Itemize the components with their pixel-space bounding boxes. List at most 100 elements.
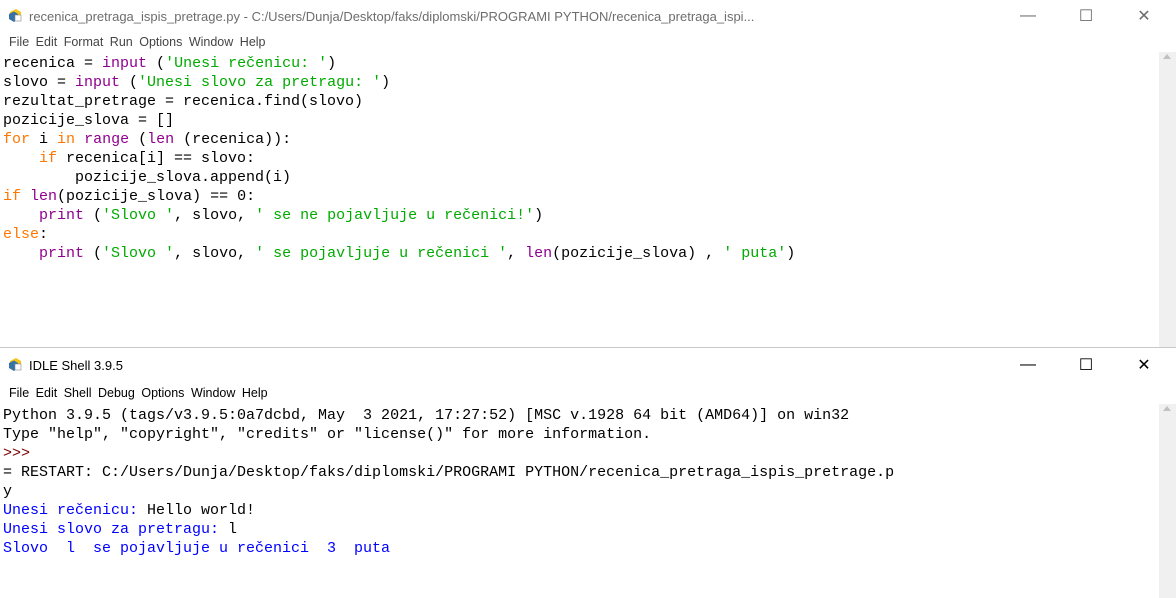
menu-window[interactable]: Window: [189, 35, 233, 49]
close-icon: ✕: [1137, 8, 1151, 25]
code-token: print: [39, 245, 85, 262]
code-token: Slovo l se pojavljuje u rečenici 3 puta: [3, 540, 391, 557]
editor-titlebar[interactable]: recenica_pretraga_ispis_pretrage.py - C:…: [0, 0, 1176, 32]
close-button[interactable]: ✕: [1121, 0, 1167, 32]
code-token: ' puta': [723, 245, 787, 262]
shell-line: Python 3.9.5 (tags/v3.9.5:0a7dcbd, May 3…: [3, 406, 1176, 425]
minimize-icon: —: [1020, 7, 1036, 24]
menu-debug[interactable]: Debug: [98, 386, 135, 400]
code-line: for i in range (len (recenica)):: [3, 130, 1176, 149]
editor-window-title: recenica_pretraga_ispis_pretrage.py - C:…: [29, 8, 755, 24]
minimize-button[interactable]: —: [1005, 0, 1051, 32]
code-token: len: [30, 188, 58, 205]
code-token: (: [120, 74, 139, 91]
code-editor[interactable]: recenica = input ('Unesi rečenicu: ') slo…: [0, 52, 1176, 347]
code-token: recenica[i] == slovo:: [57, 150, 256, 167]
editor-menubar: File Edit Format Run Options Window Help: [0, 32, 1176, 52]
shell-line: Unesi rečenicu: Hello world!: [3, 501, 1176, 520]
code-token: 'Unesi rečenicu: ': [165, 55, 328, 72]
code-line: if recenica[i] == slovo:: [3, 149, 1176, 168]
code-token: >>>: [3, 445, 31, 462]
menu-file[interactable]: File: [9, 35, 29, 49]
code-token: i: [30, 131, 58, 148]
menu-options[interactable]: Options: [139, 35, 182, 49]
menu-shell[interactable]: Shell: [64, 386, 92, 400]
code-token: (: [147, 55, 166, 72]
code-line: else:: [3, 225, 1176, 244]
maximize-button[interactable]: ☐: [1063, 0, 1109, 32]
code-token: in: [57, 131, 76, 148]
shell-scrollbar[interactable]: [1159, 404, 1176, 598]
code-token: ): [327, 55, 337, 72]
python-idle-icon: [9, 9, 22, 22]
menu-window[interactable]: Window: [191, 386, 235, 400]
editor-window: recenica_pretraga_ispis_pretrage.py - C:…: [0, 0, 1176, 347]
minimize-button[interactable]: —: [1005, 348, 1051, 382]
code-token: Hello world!: [147, 502, 256, 519]
maximize-icon: ☐: [1078, 8, 1094, 25]
code-token: ' se ne pojavljuje u rečenici!': [255, 207, 535, 224]
maximize-icon: ☐: [1078, 357, 1094, 374]
code-token: pozicije_slova.append(i): [3, 169, 292, 186]
scroll-up-icon: [1163, 54, 1171, 59]
scroll-up-icon: [1163, 406, 1171, 411]
menu-format[interactable]: Format: [64, 35, 104, 49]
code-token: slovo =: [3, 74, 76, 91]
code-token: :: [39, 226, 49, 243]
shell-line: Unesi slovo za pretragu: l: [3, 520, 1176, 539]
code-token: ,: [507, 245, 526, 262]
code-token: y: [3, 483, 13, 500]
code-token: ): [534, 207, 544, 224]
python-idle-icon: [9, 358, 22, 371]
minimize-icon: —: [1020, 356, 1036, 373]
shell-output[interactable]: Python 3.9.5 (tags/v3.9.5:0a7dcbd, May 3…: [0, 404, 1176, 598]
editor-scrollbar[interactable]: [1159, 52, 1176, 347]
shell-line: Slovo l se pojavljuje u rečenici 3 puta: [3, 539, 1176, 558]
menu-run[interactable]: Run: [110, 35, 133, 49]
code-token: ): [381, 74, 391, 91]
shell-line: >>>: [3, 444, 1176, 463]
code-token: 'Slovo ': [102, 245, 175, 262]
code-token: , slovo,: [174, 245, 256, 262]
code-token: if: [39, 150, 58, 167]
shell-line: Type "help", "copyright", "credits" or "…: [3, 425, 1176, 444]
menu-help[interactable]: Help: [242, 386, 268, 400]
code-line: pozicije_slova.append(i): [3, 168, 1176, 187]
shell-window-title: IDLE Shell 3.9.5: [29, 357, 123, 373]
menu-edit[interactable]: Edit: [36, 35, 58, 49]
shell-window: IDLE Shell 3.9.5 — ☐ ✕ File Edit Shell D…: [0, 347, 1176, 598]
code-token: , slovo,: [174, 207, 256, 224]
code-token: len: [147, 131, 175, 148]
code-token: Unesi slovo za pretragu:: [3, 521, 229, 538]
code-token: (: [84, 207, 103, 224]
code-token: range: [84, 131, 130, 148]
code-token: (: [84, 245, 103, 262]
code-token: Python 3.9.5 (tags/v3.9.5:0a7dcbd, May 3…: [3, 407, 850, 424]
code-token: else: [3, 226, 40, 243]
maximize-button[interactable]: ☐: [1063, 348, 1109, 382]
menu-help[interactable]: Help: [240, 35, 266, 49]
code-line: if len(pozicije_slova) == 0:: [3, 187, 1176, 206]
code-token: (: [129, 131, 148, 148]
code-line: print ('Slovo ', slovo, ' se ne pojavlju…: [3, 206, 1176, 225]
code-token: pozicije_slova = []: [3, 112, 175, 129]
shell-menubar: File Edit Shell Debug Options Window Hel…: [0, 382, 1176, 404]
code-token: recenica =: [3, 55, 103, 72]
code-token: (recenica)):: [174, 131, 292, 148]
code-line: print ('Slovo ', slovo, ' se pojavljuje …: [3, 244, 1176, 263]
code-token: input: [102, 55, 148, 72]
menu-edit[interactable]: Edit: [36, 386, 58, 400]
menu-options[interactable]: Options: [141, 386, 184, 400]
menu-file[interactable]: File: [9, 386, 29, 400]
shell-titlebar[interactable]: IDLE Shell 3.9.5 — ☐ ✕: [0, 348, 1176, 382]
code-token: (pozicije_slova) ,: [552, 245, 724, 262]
code-token: if: [3, 188, 22, 205]
code-token: 'Slovo ': [102, 207, 175, 224]
code-line: slovo = input ('Unesi slovo za pretragu:…: [3, 73, 1176, 92]
code-line: pozicije_slova = []: [3, 111, 1176, 130]
close-button[interactable]: ✕: [1121, 348, 1167, 382]
